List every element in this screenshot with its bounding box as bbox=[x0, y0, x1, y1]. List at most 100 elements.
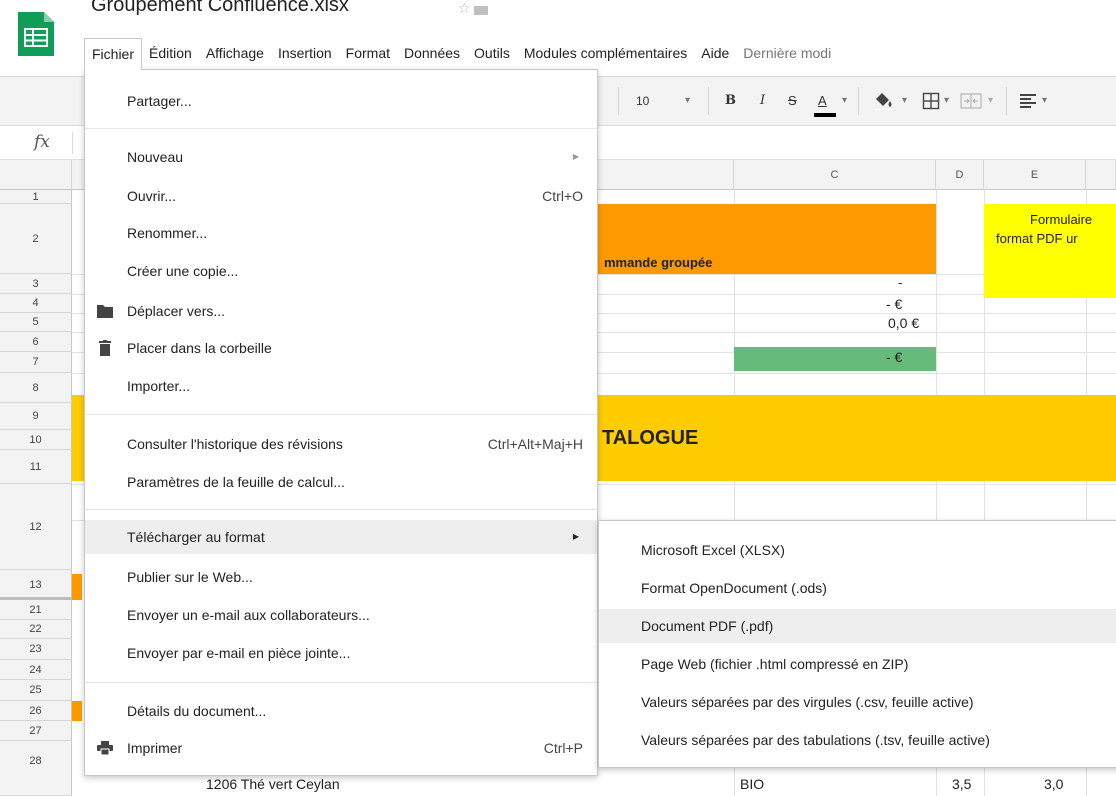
menu-item-publier[interactable]: Publier sur le Web... bbox=[85, 560, 597, 594]
row-header[interactable]: 4 bbox=[0, 294, 72, 313]
text-color-button[interactable]: A bbox=[818, 91, 827, 111]
italic-button[interactable]: I bbox=[760, 91, 765, 111]
column-header-e[interactable]: E bbox=[984, 160, 1086, 190]
select-all-corner[interactable] bbox=[0, 160, 72, 190]
menu-aide[interactable]: Aide bbox=[694, 38, 736, 70]
menu-item-parametres[interactable]: Paramètres de la feuille de calcul... bbox=[85, 465, 597, 499]
row-header[interactable]: 22 bbox=[0, 620, 72, 639]
cell-e2-line1: Formulaire bbox=[1030, 212, 1093, 227]
cell-c3[interactable]: - bbox=[898, 275, 902, 290]
row-header[interactable]: 8 bbox=[0, 373, 72, 403]
strikethrough-button[interactable]: S bbox=[788, 91, 797, 111]
menu-modules[interactable]: Modules complémentaires bbox=[517, 38, 694, 70]
menu-item-email-collaborateurs[interactable]: Envoyer un e-mail aux collaborateurs... bbox=[85, 598, 597, 632]
download-tsv[interactable]: Valeurs séparées par des tabulations (.t… bbox=[599, 723, 1116, 757]
fill-color-icon[interactable] bbox=[872, 89, 898, 111]
cell-d28[interactable]: 3,5 bbox=[952, 776, 971, 792]
menu-donnees[interactable]: Données bbox=[397, 38, 467, 70]
menu-item-deplacer[interactable]: Déplacer vers... bbox=[85, 294, 597, 328]
menu-affichage[interactable]: Affichage bbox=[199, 38, 271, 70]
row-header[interactable]: 26 bbox=[0, 701, 72, 721]
star-icon[interactable]: ☆ bbox=[458, 0, 471, 17]
menu-item-renommer[interactable]: Renommer... bbox=[85, 216, 597, 250]
borders-dropdown-icon[interactable]: ▾ bbox=[944, 91, 949, 111]
column-header-f[interactable] bbox=[1086, 160, 1116, 190]
borders-icon[interactable] bbox=[922, 92, 940, 110]
download-csv[interactable]: Valeurs séparées par des virgules (.csv,… bbox=[599, 685, 1116, 719]
download-pdf[interactable]: Document PDF (.pdf) bbox=[599, 609, 1116, 643]
printer-icon bbox=[97, 741, 113, 755]
menu-item-email-piece-jointe[interactable]: Envoyer par e-mail en pièce jointe... bbox=[85, 636, 597, 670]
menu-fichier[interactable]: Fichier bbox=[84, 38, 143, 70]
row-header[interactable]: 3 bbox=[0, 274, 72, 294]
menu-item-label: Déplacer vers... bbox=[127, 303, 226, 319]
menu-item-telecharger[interactable]: Télécharger au format ▶ bbox=[85, 520, 597, 554]
menu-item-ouvrir[interactable]: Ouvrir... Ctrl+O bbox=[85, 179, 597, 213]
text-color-dropdown-icon[interactable]: ▾ bbox=[842, 91, 847, 111]
cell-e2-line2: format PDF ur bbox=[996, 231, 1078, 246]
menu-insertion[interactable]: Insertion bbox=[271, 38, 339, 70]
menu-edition[interactable]: Édition bbox=[142, 38, 199, 70]
document-title[interactable]: Groupement Confluence.xlsx bbox=[91, 0, 349, 17]
folder-icon[interactable] bbox=[474, 6, 488, 15]
merge-dropdown-icon[interactable]: ▾ bbox=[988, 91, 993, 111]
row-header[interactable]: 24 bbox=[0, 660, 72, 680]
cell-a13[interactable] bbox=[72, 574, 82, 600]
menu-item-nouveau[interactable]: Nouveau ▶ bbox=[85, 140, 597, 174]
row-header[interactable]: 27 bbox=[0, 721, 72, 741]
bold-button[interactable]: B bbox=[725, 91, 736, 111]
menu-item-importer[interactable]: Importer... bbox=[85, 369, 597, 403]
column-header-d[interactable]: D bbox=[936, 160, 984, 190]
menu-outils[interactable]: Outils bbox=[467, 38, 517, 70]
menu-format[interactable]: Format bbox=[339, 38, 397, 70]
column-header-c[interactable]: C bbox=[734, 160, 936, 190]
font-size-select[interactable]: 10 bbox=[636, 91, 649, 111]
sheets-logo-icon[interactable] bbox=[18, 12, 54, 56]
row-header[interactable]: 10 bbox=[0, 430, 72, 450]
menu-item-historique[interactable]: Consulter l'historique des révisions Ctrl… bbox=[85, 427, 597, 461]
align-dropdown-icon[interactable]: ▾ bbox=[1042, 91, 1047, 111]
menu-separator bbox=[85, 682, 597, 683]
menu-item-label: Consulter l'historique des révisions bbox=[127, 436, 343, 452]
download-html-zip[interactable]: Page Web (fichier .html compressé en ZIP… bbox=[599, 647, 1116, 681]
fill-dropdown-icon[interactable]: ▾ bbox=[902, 91, 907, 111]
menu-item-corbeille[interactable]: Placer dans la corbeille bbox=[85, 331, 597, 365]
cell-a28[interactable]: 1206 Thé vert Ceylan bbox=[206, 776, 340, 792]
row-header[interactable]: 5 bbox=[0, 313, 72, 332]
row-header[interactable]: 25 bbox=[0, 680, 72, 701]
cell-e28[interactable]: 3,0 bbox=[1044, 776, 1063, 792]
cell-c6[interactable] bbox=[734, 347, 936, 371]
merge-cells-icon[interactable] bbox=[960, 93, 982, 109]
align-left-icon[interactable] bbox=[1020, 94, 1036, 108]
menubar: Fichier Édition Affichage Insertion Form… bbox=[84, 38, 838, 70]
last-edit-link[interactable]: Dernière modi bbox=[736, 38, 838, 70]
cell-c5[interactable]: 0,0 € bbox=[888, 315, 919, 331]
menu-item-label: Valeurs séparées par des tabulations (.t… bbox=[641, 732, 990, 748]
row-header[interactable]: 7 bbox=[0, 352, 72, 373]
cell-a25[interactable] bbox=[72, 701, 82, 721]
row-header[interactable]: 12 bbox=[0, 484, 72, 570]
row-header[interactable]: 2 bbox=[0, 204, 72, 274]
menu-item-partager[interactable]: Partager... bbox=[85, 84, 597, 118]
font-size-dropdown-icon[interactable]: ▾ bbox=[685, 91, 690, 111]
menu-item-label: Paramètres de la feuille de calcul... bbox=[127, 474, 345, 490]
row-header[interactable]: 21 bbox=[0, 600, 72, 620]
menu-item-label: Placer dans la corbeille bbox=[127, 340, 272, 356]
menu-item-imprimer[interactable]: Imprimer Ctrl+P bbox=[85, 731, 597, 765]
cell-c28[interactable]: BIO bbox=[740, 776, 764, 792]
row-header[interactable]: 13 bbox=[0, 570, 72, 600]
download-ods[interactable]: Format OpenDocument (.ods) bbox=[599, 571, 1116, 605]
download-xlsx[interactable]: Microsoft Excel (XLSX) bbox=[599, 533, 1116, 567]
row-header[interactable]: 28 bbox=[0, 741, 72, 796]
row-header[interactable]: 6 bbox=[0, 332, 72, 352]
download-submenu: Microsoft Excel (XLSX) Format OpenDocume… bbox=[598, 520, 1116, 768]
submenu-arrow-icon: ▶ bbox=[572, 532, 579, 541]
row-header[interactable]: 11 bbox=[0, 450, 72, 484]
menu-item-details[interactable]: Détails du document... bbox=[85, 694, 597, 728]
menu-separator bbox=[85, 509, 597, 510]
row-header[interactable]: 1 bbox=[0, 190, 72, 204]
menu-item-creer-copie[interactable]: Créer une copie... bbox=[85, 254, 597, 288]
row-header[interactable]: 9 bbox=[0, 403, 72, 430]
cell-c4[interactable]: - € bbox=[886, 296, 902, 312]
row-header[interactable]: 23 bbox=[0, 639, 72, 660]
